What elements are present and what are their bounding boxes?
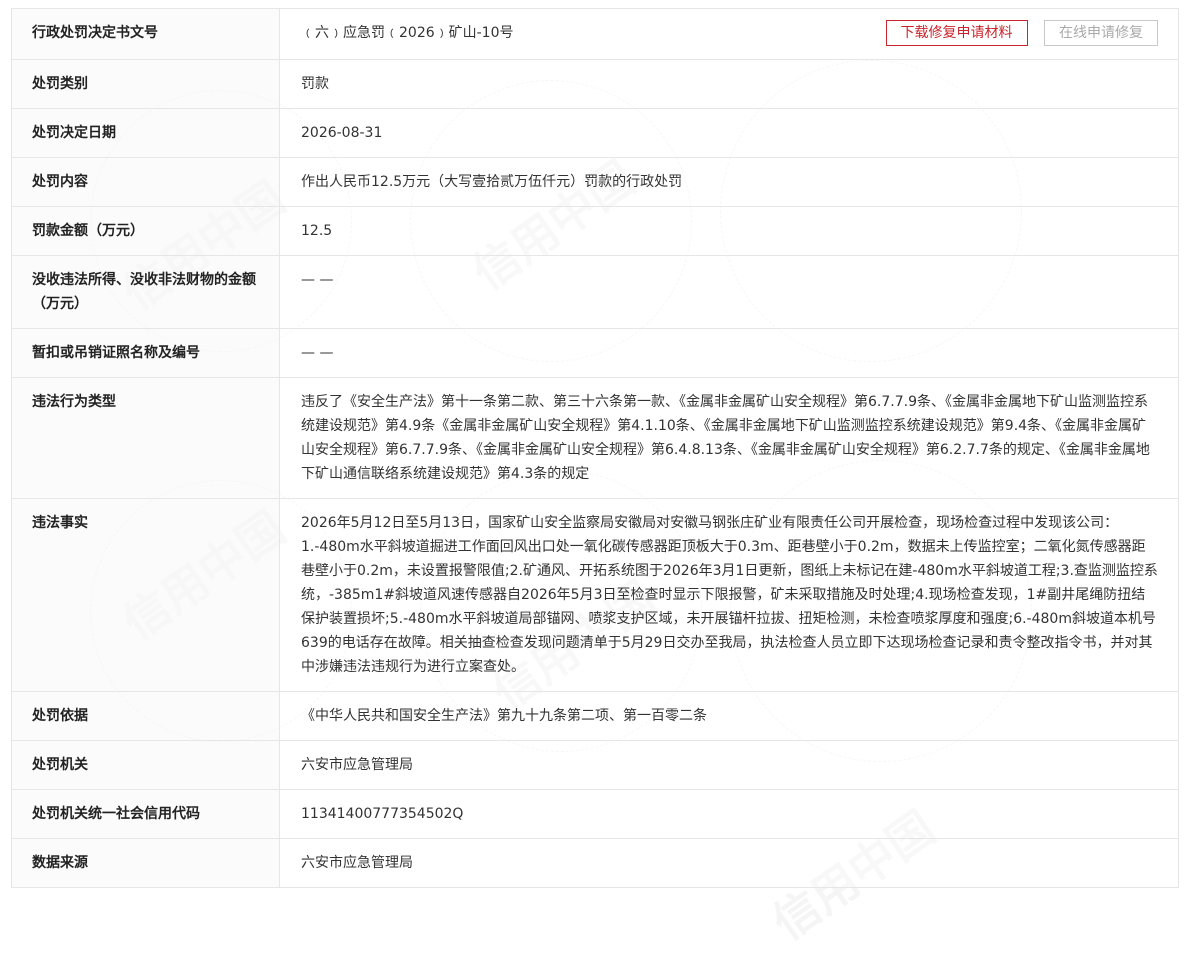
field-label: 暂扣或吊销证照名称及编号 [11,328,280,378]
field-label: 行政处罚决定书文号 [11,8,280,60]
field-value: 作出人民币12.5万元（大写壹拾贰万伍仟元）罚款的行政处罚 [279,157,1179,207]
field-label: 违法行为类型 [11,377,280,499]
field-label: 数据来源 [11,838,280,888]
field-value: — — [279,328,1179,378]
field-value: 11341400777354502Q [279,789,1179,839]
field-value: — — [279,255,1179,329]
table-row: 违法行为类型 违反了《安全生产法》第十一条第二款、第三十六条第一款、《金属非金属… [11,377,1179,499]
table-row: 处罚内容 作出人民币12.5万元（大写壹拾贰万伍仟元）罚款的行政处罚 [11,157,1179,207]
download-repair-materials-button[interactable]: 下载修复申请材料 [885,20,1028,46]
table-row: 处罚依据 《中华人民共和国安全生产法》第九十九条第二项、第一百零二条 [11,691,1179,741]
field-label: 处罚决定日期 [11,108,280,158]
online-repair-application-button[interactable]: 在线申请修复 [1044,20,1158,46]
field-label: 没收违法所得、没收非法财物的金额（万元） [11,255,280,329]
table-row: 违法事实 2026年5月12日至5月13日，国家矿山安全监察局安徽局对安徽马钢张… [11,498,1179,692]
field-label: 处罚类别 [11,59,280,109]
field-value: 六安市应急管理局 [279,740,1179,790]
table-row: 处罚机关统一社会信用代码 11341400777354502Q [11,789,1179,839]
table-row: 数据来源 六安市应急管理局 [11,838,1179,888]
field-value: ﹙六﹚应急罚﹙2026﹚矿山-10号 [301,25,514,41]
field-value-cell: 下载修复申请材料 在线申请修复 ﹙六﹚应急罚﹙2026﹚矿山-10号 [279,8,1179,60]
table-row: 没收违法所得、没收非法财物的金额（万元） — — [11,255,1179,329]
table-row: 罚款金额（万元） 12.5 [11,206,1179,256]
field-value: 违反了《安全生产法》第十一条第二款、第三十六条第一款、《金属非金属矿山安全规程》… [279,377,1179,499]
field-value: 罚款 [279,59,1179,109]
action-buttons: 下载修复申请材料 在线申请修复 [874,20,1158,46]
field-label: 处罚内容 [11,157,280,207]
table-row: 处罚机关 六安市应急管理局 [11,740,1179,790]
field-value: 2026-08-31 [279,108,1179,158]
field-value: 12.5 [279,206,1179,256]
field-label: 处罚机关统一社会信用代码 [11,789,280,839]
field-label: 罚款金额（万元） [11,206,280,256]
field-value: 《中华人民共和国安全生产法》第九十九条第二项、第一百零二条 [279,691,1179,741]
table-row: 暂扣或吊销证照名称及编号 — — [11,328,1179,378]
table-row: 行政处罚决定书文号 下载修复申请材料 在线申请修复 ﹙六﹚应急罚﹙2026﹚矿山… [11,8,1179,60]
field-value: 2026年5月12日至5月13日，国家矿山安全监察局安徽局对安徽马钢张庄矿业有限… [279,498,1179,692]
field-label: 处罚机关 [11,740,280,790]
table-row: 处罚类别 罚款 [11,59,1179,109]
field-value: 六安市应急管理局 [279,838,1179,888]
field-label: 处罚依据 [11,691,280,741]
table-row: 处罚决定日期 2026-08-31 [11,108,1179,158]
field-label: 违法事实 [11,498,280,692]
penalty-record-table: 行政处罚决定书文号 下载修复申请材料 在线申请修复 ﹙六﹚应急罚﹙2026﹚矿山… [11,8,1179,888]
